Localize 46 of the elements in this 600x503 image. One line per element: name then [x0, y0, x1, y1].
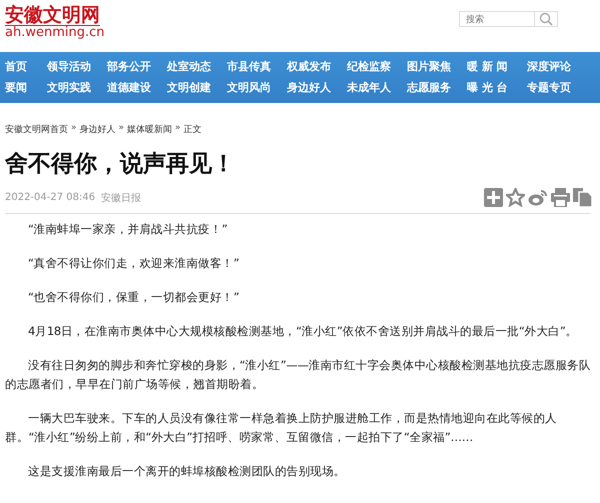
nav-link[interactable]: 暖 新 闻: [462, 59, 522, 74]
nav-link[interactable]: 深度评论: [522, 59, 582, 74]
article-date: 2022-04-27 08:46: [5, 192, 96, 203]
article-source: 安徽日报: [101, 192, 142, 204]
nav-link[interactable]: 要闻: [0, 80, 42, 95]
breadcrumb-separator: »: [175, 123, 181, 135]
article-paragraph: 一辆大巴车驶来。下车的人员没有像往常一样急着换上防护服进舱工作，而是热情地迎向在此等候的人群。“淮小红”纷纷上前，和“外大白”打招呼、唠家常、互留微信，一起拍下了“全家福”……: [5, 410, 558, 446]
breadcrumb-link[interactable]: 身边好人: [80, 123, 116, 136]
site-logo-title[interactable]: 安徽文明网: [5, 5, 100, 26]
breadcrumb-separator: »: [118, 123, 124, 135]
print-icon[interactable]: [551, 188, 570, 207]
breadcrumb-link[interactable]: 正文: [184, 123, 202, 136]
nav-link[interactable]: 纪检监察: [342, 59, 402, 74]
nav-link[interactable]: 文明实践: [42, 80, 102, 95]
breadcrumb-link[interactable]: 媒体暖新闻: [127, 123, 172, 136]
nav-link[interactable]: 首页: [0, 59, 42, 74]
copy-icon[interactable]: [573, 188, 592, 207]
article-paragraph: “真舍不得让你们走，欢迎来淮南做客！”: [27, 255, 240, 272]
article-paragraph: “淮南蚌埠一家亲，并肩战斗共抗疫！”: [27, 221, 228, 238]
article-paragraph: “也舍不得你们，保重，一切都会更好！”: [27, 289, 240, 306]
nav-link[interactable]: 专题专页: [522, 80, 582, 95]
search-field[interactable]: 搜索: [459, 11, 535, 27]
article-title: 舍不得你，说声再见！: [5, 150, 236, 178]
article-paragraph: 4月18日，在淮南市奥体中心大规模核酸检测基地，“淮小红”依依不舍送别并肩战斗的最后一批“外大白”。: [27, 323, 578, 340]
article-paragraph: 没有往日匆匆的脚步和奔忙穿梭的身影，“淮小红”——淮南市红十字会奥体中心核酸检测基地抗疫志愿服务队的志愿者们，早早在门前广场等候，翘首期盼着。: [5, 357, 592, 393]
nav-link[interactable]: 领导活动: [42, 59, 102, 74]
nav-link[interactable]: 部务公开: [102, 59, 162, 74]
nav-link[interactable]: 身边好人: [282, 80, 342, 95]
nav-link[interactable]: 处室动态: [162, 59, 222, 74]
breadcrumb-link[interactable]: 安徽文明网首页: [5, 123, 68, 136]
nav-link[interactable]: 文明创建: [162, 80, 222, 95]
add-icon[interactable]: [484, 188, 503, 207]
star-icon[interactable]: [506, 188, 525, 207]
nav-link[interactable]: 图片聚焦: [402, 59, 462, 74]
nav-link[interactable]: 权威发布: [282, 59, 342, 74]
nav-link[interactable]: 文明风尚: [222, 80, 282, 95]
article-paragraph: 这是支援淮南最后一个离开的蚌埠核酸检测团队的告别现场。: [27, 463, 346, 480]
nav-link[interactable]: 道德建设: [102, 80, 162, 95]
nav-link[interactable]: 市县传真: [222, 59, 282, 74]
nav-link[interactable]: 志愿服务: [402, 80, 462, 95]
breadcrumb-separator: »: [71, 123, 77, 135]
weibo-icon[interactable]: [528, 189, 548, 206]
site-domain: ah.wenming.cn: [5, 26, 104, 40]
nav-link[interactable]: 曝 光 台: [462, 80, 522, 95]
nav-link[interactable]: 未成年人: [342, 80, 402, 95]
search-icon[interactable]: [535, 11, 558, 27]
